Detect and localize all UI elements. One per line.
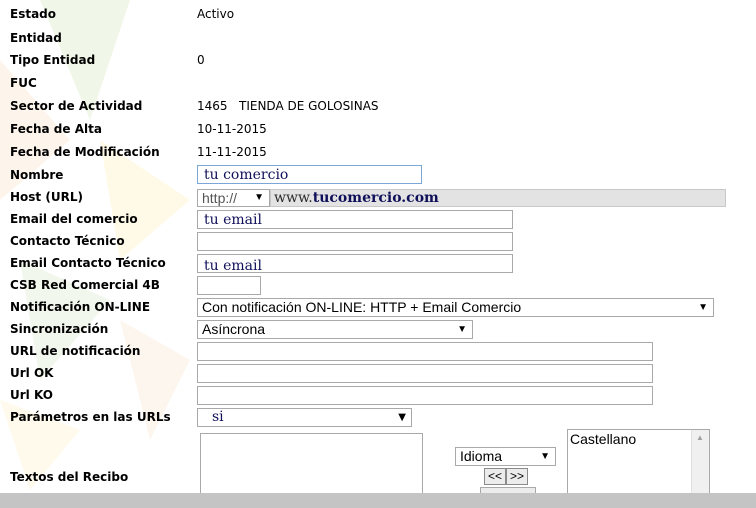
label-url-ko: Url KO <box>10 388 53 402</box>
url-notificacion-input[interactable] <box>197 342 653 361</box>
label-url-ok: Url OK <box>10 366 54 380</box>
nombre-input[interactable] <box>197 165 422 184</box>
label-sector: Sector de Actividad <box>10 99 143 113</box>
scroll-up-icon[interactable]: ▲ <box>696 433 704 442</box>
chevron-down-icon: ▼ <box>398 412 406 423</box>
label-email-comercio: Email del comercio <box>10 212 138 226</box>
notificacion-select[interactable]: Con notificación ON-LINE: HTTP + Email C… <box>197 298 714 317</box>
chevron-down-icon: ▼ <box>698 302 708 313</box>
textos-recibo-textarea[interactable] <box>200 433 423 495</box>
host-protocol-value: http:// <box>202 190 238 206</box>
listbox-scrollbar[interactable]: ▲ <box>691 430 709 494</box>
url-ko-input[interactable] <box>197 386 653 405</box>
url-ok-input[interactable] <box>197 364 653 383</box>
label-url-notificacion: URL de notificación <box>10 344 141 358</box>
label-tipo-entidad: Tipo Entidad <box>10 53 96 67</box>
label-contacto-tecnico: Contacto Técnico <box>10 234 125 248</box>
label-host: Host (URL) <box>10 190 83 204</box>
label-entidad: Entidad <box>10 31 62 45</box>
label-email-contacto: Email Contacto Técnico <box>10 256 166 270</box>
value-sector: 1465 TIENDA DE GOLOSINAS <box>197 99 379 113</box>
language-item[interactable]: Castellano <box>570 431 707 447</box>
label-notificacion: Notificación ON-LINE <box>10 300 151 314</box>
parametros-value: si <box>212 409 224 425</box>
label-fecha-alta: Fecha de Alta <box>10 122 102 136</box>
email-comercio-input[interactable] <box>197 210 513 229</box>
label-parametros: Parámetros en las URLs <box>10 410 171 424</box>
value-tipo-entidad: 0 <box>197 53 205 67</box>
host-domain: tucomercio.com <box>312 190 439 206</box>
host-prefix: www. <box>274 190 313 206</box>
label-estado: Estado <box>10 7 57 21</box>
label-textos-recibo: Textos del Recibo <box>10 470 129 484</box>
sincronizacion-value: Asíncrona <box>202 321 266 337</box>
label-csb: CSB Red Comercial 4B <box>10 278 160 292</box>
csb-input[interactable] <box>197 276 261 295</box>
sector-name: TIENDA DE GOLOSINAS <box>239 99 379 113</box>
idioma-value: Idioma <box>460 448 503 464</box>
host-protocol-select[interactable]: http:// ▼ <box>197 189 270 207</box>
email-contacto-input[interactable] <box>197 254 513 273</box>
label-fuc: FUC <box>10 76 37 90</box>
label-fecha-modificacion: Fecha de Modificación <box>10 145 160 159</box>
languages-listbox[interactable]: Castellano ▲ <box>567 429 710 495</box>
value-estado: Activo <box>197 7 235 21</box>
move-right-button[interactable]: >> <box>506 468 528 485</box>
sincronizacion-select[interactable]: Asíncrona ▼ <box>197 320 473 339</box>
label-sincronizacion: Sincronización <box>10 322 109 336</box>
value-fecha-modificacion: 11-11-2015 <box>197 145 267 159</box>
notificacion-value: Con notificación ON-LINE: HTTP + Email C… <box>202 299 522 315</box>
host-url-field[interactable]: www.tucomercio.com <box>270 189 726 207</box>
parametros-select[interactable]: si ▼ <box>197 408 412 427</box>
move-left-button[interactable]: << <box>484 468 506 485</box>
chevron-down-icon: ▼ <box>540 451 550 462</box>
value-fecha-alta: 10-11-2015 <box>197 122 267 136</box>
sector-code: 1465 <box>197 99 228 113</box>
bottom-bar <box>0 493 756 508</box>
idioma-select[interactable]: Idioma ▼ <box>455 447 556 466</box>
chevron-down-icon: ▼ <box>457 324 467 335</box>
chevron-down-icon: ▼ <box>254 192 264 203</box>
label-nombre: Nombre <box>10 168 64 182</box>
contacto-tecnico-input[interactable] <box>197 232 513 251</box>
